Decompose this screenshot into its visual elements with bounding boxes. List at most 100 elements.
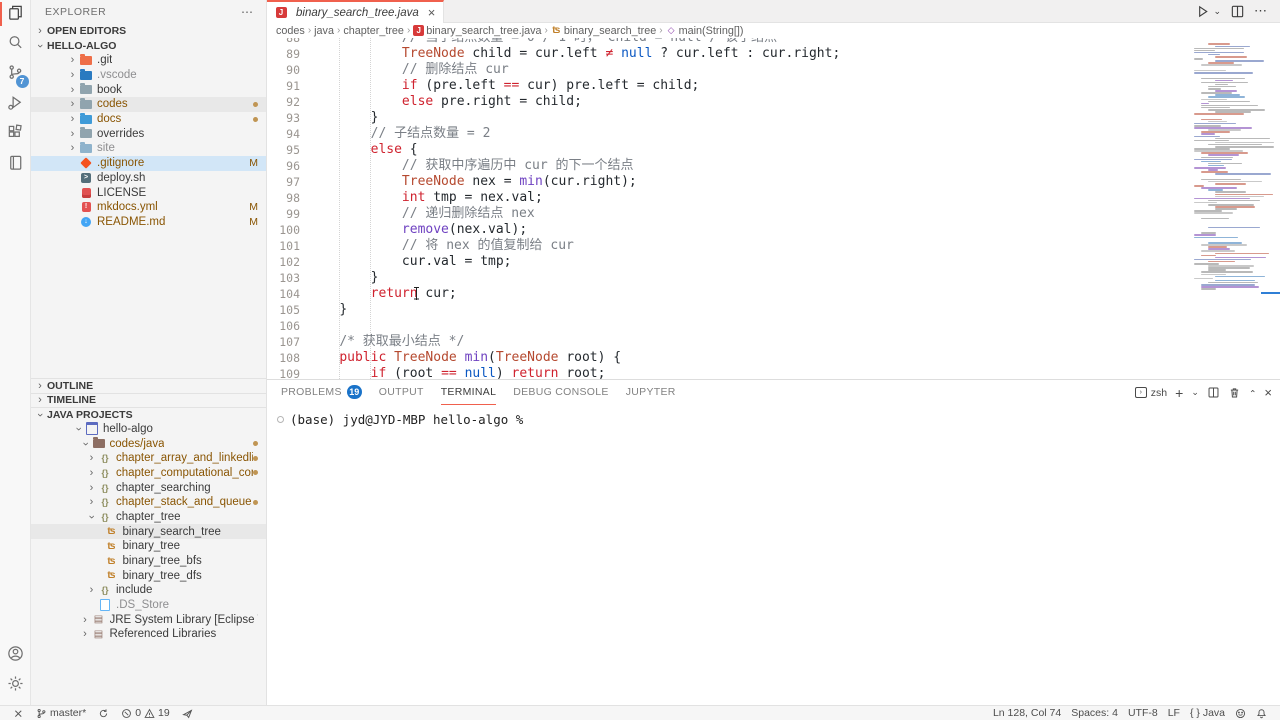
- java-project-item-binary-search-tree[interactable]: ʦbinary_search_tree: [31, 524, 266, 539]
- java-project-item--ds-store[interactable]: .DS_Store: [31, 598, 266, 613]
- tab-close-icon[interactable]: ×: [428, 5, 436, 20]
- code-line-98[interactable]: 98 int tmp = nex.val;: [267, 190, 1280, 206]
- open-editors-header[interactable]: › OPEN EDITORS: [31, 24, 266, 39]
- java-project-item-codes-java[interactable]: ›codes/java: [31, 436, 266, 451]
- terminal-view[interactable]: (base) jyd@JYD-MBP hello-algo %: [267, 405, 1280, 705]
- launch-indicator[interactable]: [177, 706, 198, 720]
- explorer-item-book[interactable]: ›book: [31, 82, 266, 97]
- activitybar-accounts[interactable]: [0, 641, 31, 671]
- problems-indicator[interactable]: 0 19: [116, 706, 175, 720]
- code-line-106[interactable]: 106: [267, 318, 1280, 334]
- breadcrumb-item[interactable]: chapter_tree: [343, 25, 404, 37]
- split-editor-icon[interactable]: [1230, 4, 1245, 19]
- code-line-105[interactable]: 105 }: [267, 302, 1280, 318]
- explorer-item--gitignore[interactable]: .gitignoreM: [31, 156, 266, 171]
- panel-tab-terminal[interactable]: TERMINAL: [441, 380, 497, 405]
- activitybar-source-control[interactable]: 7: [0, 60, 31, 90]
- explorer-item-license[interactable]: LICENSE: [31, 185, 266, 200]
- explorer-item--git[interactable]: ›.git: [31, 53, 266, 68]
- new-terminal-icon[interactable]: +: [1175, 385, 1183, 401]
- code-line-108[interactable]: 108 public TreeNode min(TreeNode root) {: [267, 350, 1280, 366]
- code-line-93[interactable]: 93 }: [267, 110, 1280, 126]
- run-dropdown-icon[interactable]: ⌄: [1213, 6, 1221, 17]
- split-terminal-icon[interactable]: [1207, 386, 1220, 399]
- activitybar-search[interactable]: [0, 30, 31, 60]
- maximize-panel-icon[interactable]: ⌄: [1249, 387, 1257, 398]
- code-line-90[interactable]: 90 // 删除结点 cur: [267, 62, 1280, 78]
- language-mode[interactable]: { } Java: [1185, 706, 1230, 720]
- remote-indicator[interactable]: [8, 706, 29, 720]
- code-line-101[interactable]: 101 // 将 nex 的值复制给 cur: [267, 238, 1280, 254]
- activitybar-run-debug[interactable]: [0, 90, 31, 120]
- breadcrumb-item[interactable]: codes: [276, 25, 305, 37]
- code-line-95[interactable]: 95 else {: [267, 142, 1280, 158]
- breadcrumb-item[interactable]: ◇main(String[]): [666, 25, 744, 37]
- java-projects-header[interactable]: › JAVA PROJECTS: [31, 407, 266, 422]
- java-project-item-binary-tree[interactable]: ʦbinary_tree: [31, 539, 266, 554]
- code-line-91[interactable]: 91 if (pre.left == cur) pre.left = child…: [267, 78, 1280, 94]
- java-project-item-chapter-computational-complexity[interactable]: ›{}chapter_computational_complexity: [31, 466, 266, 481]
- code-line-89[interactable]: 89 TreeNode child = cur.left ≠ null ? cu…: [267, 46, 1280, 62]
- code-line-88[interactable]: 88 // 当子结点数量 = 0 / 1 时， child = null / 该…: [267, 38, 1280, 46]
- run-button[interactable]: [1195, 4, 1210, 19]
- editor-more-actions-icon[interactable]: ⋯: [1254, 3, 1268, 19]
- code-line-109[interactable]: 109 if (root == null) return root;: [267, 366, 1280, 379]
- panel-tab-debug-console[interactable]: DEBUG CONSOLE: [513, 380, 609, 405]
- activitybar-extensions[interactable]: [0, 120, 31, 150]
- activitybar-notebook[interactable]: [0, 150, 31, 180]
- breadcrumb-item[interactable]: binary_search_tree.java: [413, 25, 541, 37]
- java-project-item-include[interactable]: ›{}include: [31, 583, 266, 598]
- code-line-103[interactable]: 103 }: [267, 270, 1280, 286]
- java-project-item-jre-system-library-eclipse-temurin-17-17-[interactable]: ›▤JRE System Library [Eclipse Temurin 17…: [31, 612, 266, 627]
- sidebar-more-actions[interactable]: ⋯: [241, 5, 254, 19]
- explorer-item-mkdocs-yml[interactable]: mkdocs.ymlM: [31, 200, 266, 215]
- java-project-item-chapter-tree[interactable]: ›{}chapter_tree: [31, 510, 266, 525]
- code-line-107[interactable]: 107 /* 获取最小结点 */: [267, 334, 1280, 350]
- tab-binary-search-tree-java[interactable]: binary_search_tree.java ×: [267, 0, 444, 23]
- breadcrumb-item[interactable]: java: [314, 25, 334, 37]
- java-project-item-chapter-searching[interactable]: ›{}chapter_searching: [31, 480, 266, 495]
- notifications-indicator[interactable]: [1251, 706, 1272, 720]
- activitybar-settings[interactable]: [0, 671, 31, 701]
- outline-header[interactable]: › OUTLINE: [31, 378, 266, 393]
- java-project-item-referenced-libraries[interactable]: ›▤Referenced Libraries: [31, 627, 266, 642]
- git-branch-indicator[interactable]: master*: [31, 706, 91, 720]
- java-project-item-binary-tree-bfs[interactable]: ʦbinary_tree_bfs: [31, 554, 266, 569]
- explorer-item--vscode[interactable]: ›.vscode: [31, 68, 266, 83]
- shell-picker[interactable]: › zsh: [1135, 387, 1167, 399]
- timeline-header[interactable]: › TIMELINE: [31, 393, 266, 408]
- panel-tab-output[interactable]: OUTPUT: [379, 380, 424, 405]
- code-line-99[interactable]: 99 // 递归删除结点 nex: [267, 206, 1280, 222]
- project-root-header[interactable]: › HELLO-ALGO: [31, 39, 266, 54]
- minimap[interactable]: [1190, 38, 1272, 298]
- explorer-item-overrides[interactable]: ›overrides: [31, 126, 266, 141]
- code-line-100[interactable]: 100 remove(nex.val);: [267, 222, 1280, 238]
- explorer-item-deploy-sh[interactable]: deploy.sh: [31, 171, 266, 186]
- explorer-item-codes[interactable]: ›codes: [31, 97, 266, 112]
- close-panel-icon[interactable]: ×: [1264, 385, 1272, 400]
- explorer-item-docs[interactable]: ›docs: [31, 112, 266, 127]
- code-line-96[interactable]: 96 // 获取中序遍历中 cur 的下一个结点: [267, 158, 1280, 174]
- explorer-item-site[interactable]: ›site: [31, 141, 266, 156]
- java-project-item-chapter-array-and-linkedlist[interactable]: ›{}chapter_array_and_linkedlist: [31, 451, 266, 466]
- eol-sequence[interactable]: LF: [1163, 706, 1185, 720]
- code-line-102[interactable]: 102 cur.val = tmp;: [267, 254, 1280, 270]
- encoding[interactable]: UTF-8: [1123, 706, 1163, 720]
- code-line-97[interactable]: 97 TreeNode nex = min(cur.right);: [267, 174, 1280, 190]
- code-editor[interactable]: 88 // 当子结点数量 = 0 / 1 时， child = null / 该…: [267, 38, 1280, 379]
- kill-terminal-trash-icon[interactable]: [1228, 386, 1241, 399]
- breadcrumb-item[interactable]: ʦbinary_search_tree: [551, 25, 656, 37]
- cursor-position[interactable]: Ln 128, Col 74: [988, 706, 1066, 720]
- code-line-94[interactable]: 94 // 子结点数量 = 2: [267, 126, 1280, 142]
- java-project-item-chapter-stack-and-queue[interactable]: ›{}chapter_stack_and_queue: [31, 495, 266, 510]
- code-line-92[interactable]: 92 else pre.right = child;: [267, 94, 1280, 110]
- java-project-item-hello-algo[interactable]: ›hello-algo: [31, 422, 266, 437]
- indentation[interactable]: Spaces: 4: [1066, 706, 1123, 720]
- sync-indicator[interactable]: [93, 706, 114, 720]
- java-project-item-binary-tree-dfs[interactable]: ʦbinary_tree_dfs: [31, 568, 266, 583]
- panel-tab-problems[interactable]: PROBLEMS19: [281, 380, 362, 405]
- activitybar-explorer[interactable]: [0, 0, 31, 30]
- explorer-item-readme-md[interactable]: README.mdM: [31, 215, 266, 230]
- panel-tab-jupyter[interactable]: JUPYTER: [626, 380, 676, 405]
- feedback-indicator[interactable]: [1230, 706, 1251, 720]
